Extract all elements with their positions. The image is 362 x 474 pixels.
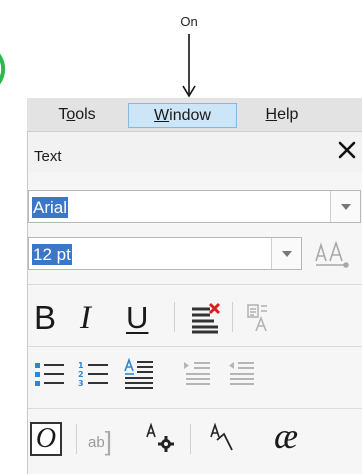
ligature-icon[interactable]: æ <box>274 414 324 458</box>
svg-text:2: 2 <box>78 370 84 379</box>
underline-button[interactable]: U <box>126 300 162 336</box>
paragraph-text-icon[interactable] <box>122 356 158 392</box>
numbered-list-icon[interactable]: 123 <box>76 356 112 392</box>
menu-window[interactable]: Window <box>128 103 237 128</box>
opentype-button[interactable]: O <box>30 422 62 456</box>
panel-header: Text <box>28 132 362 172</box>
bulleted-list-icon[interactable] <box>32 356 68 392</box>
divider <box>28 408 362 409</box>
clear-formatting-icon[interactable] <box>188 301 224 337</box>
bold-button[interactable]: B <box>34 300 70 336</box>
divider <box>28 346 362 347</box>
callout-label: On <box>180 14 198 29</box>
svg-text:3: 3 <box>78 379 84 388</box>
font-size-value: 12 pt <box>32 244 72 265</box>
menu-help[interactable]: Help <box>246 103 318 128</box>
increase-indent-icon[interactable] <box>180 356 216 392</box>
font-size-aa-icon[interactable] <box>312 237 350 273</box>
green-circle-edge <box>0 53 6 85</box>
font-size-select[interactable]: 12 pt <box>28 237 302 270</box>
callout-arrow-icon <box>182 34 196 98</box>
font-family-select[interactable]: Arial <box>28 190 361 223</box>
kerning-icon[interactable] <box>208 420 244 456</box>
chevron-down-icon[interactable] <box>271 238 301 269</box>
svg-text:1: 1 <box>78 361 84 370</box>
decrease-indent-icon[interactable] <box>224 356 260 392</box>
text-case-icon[interactable] <box>242 301 278 337</box>
close-icon[interactable] <box>335 138 359 162</box>
italic-button[interactable]: I <box>80 300 116 336</box>
font-family-value: Arial <box>32 197 69 218</box>
divider <box>174 302 175 332</box>
artistic-text-icon[interactable]: ab] <box>88 426 112 457</box>
divider <box>76 424 77 454</box>
divider <box>190 424 191 454</box>
divider <box>28 284 362 285</box>
chevron-down-icon[interactable] <box>330 191 360 222</box>
panel-title: Text <box>34 148 62 165</box>
text-settings-icon[interactable] <box>144 420 180 456</box>
menu-bar: Tools Window Help <box>27 98 362 132</box>
menu-tools[interactable]: Tools <box>37 103 117 128</box>
divider <box>232 302 233 332</box>
text-docker-panel: Text Arial 12 pt B I U 1 2 3 O ab] æ <box>27 132 362 474</box>
